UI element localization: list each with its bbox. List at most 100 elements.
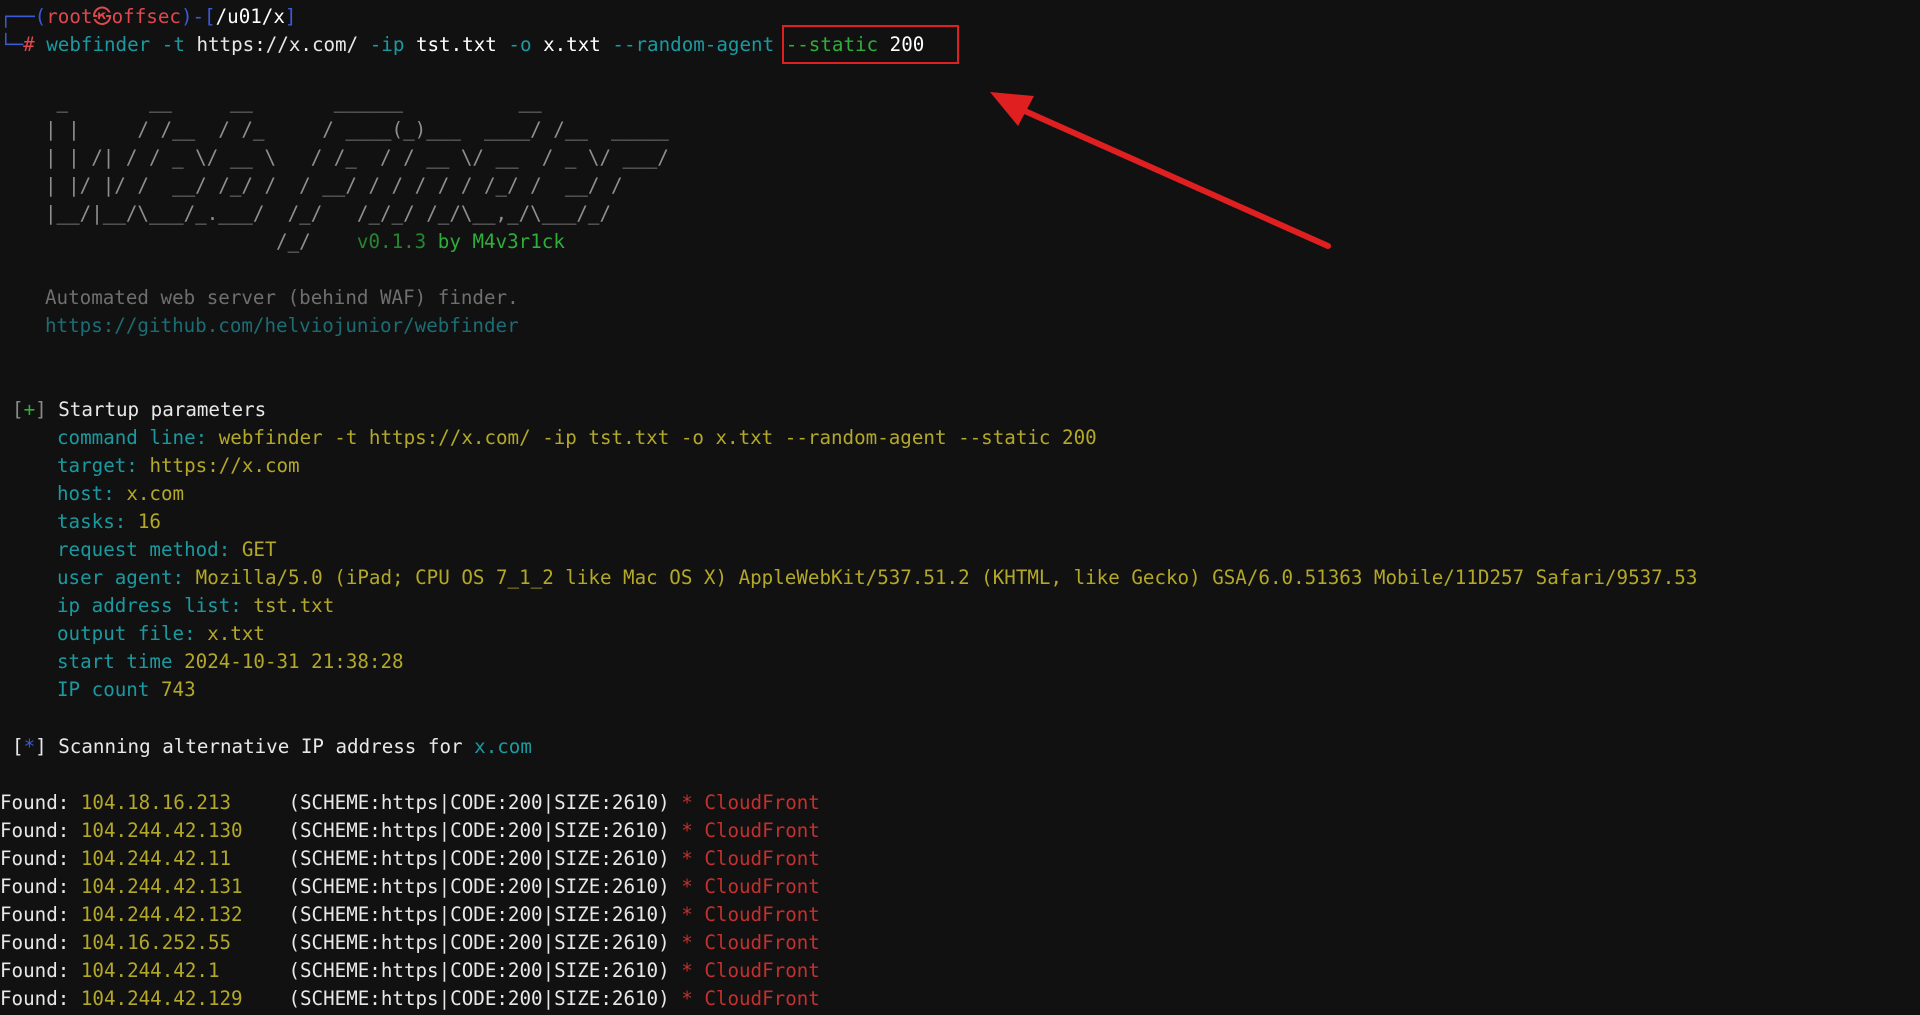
command-program: webfinder <box>46 33 151 56</box>
prompt-corner-top: ┌──( <box>0 5 47 28</box>
param-start-time: start time 2024-10-31 21:38:28 <box>57 648 404 676</box>
param-key: output file: <box>57 622 196 645</box>
result-provider: CloudFront <box>704 931 820 954</box>
param-output-file: output file: x.txt <box>57 620 265 648</box>
result-row: Found: 104.244.42.132 (SCHEME:https|CODE… <box>0 901 820 929</box>
command-out-file: x.txt <box>543 33 601 56</box>
param-value: 2024-10-31 21:38:28 <box>184 650 404 673</box>
param-key: IP count <box>57 678 150 701</box>
param-key: request method: <box>57 538 231 561</box>
banner-art-line-6: /_/ <box>45 230 311 253</box>
prompt-host: offsec <box>111 5 181 28</box>
annotation-arrow-head <box>990 92 1034 126</box>
result-ip: 104.18.16.213 <box>80 791 232 814</box>
startup-marker-close: ] <box>35 398 47 421</box>
scan-host: x.com <box>474 735 532 758</box>
param-value: GET <box>241 538 277 561</box>
banner-art-line-2: | | / /__ / /_ / ____(_)___ ____/ /__ __… <box>45 118 669 141</box>
result-star: * <box>681 791 693 814</box>
param-key: host: <box>57 482 115 505</box>
result-info: (SCHEME:https|CODE:200|SIZE:2610) <box>288 931 670 954</box>
scan-line: [*] Scanning alternative IP address for … <box>12 733 532 761</box>
result-star: * <box>681 959 693 982</box>
result-info: (SCHEME:https|CODE:200|SIZE:2610) <box>288 959 670 982</box>
annotation-arrow-shaft <box>1015 105 1331 249</box>
result-ip: 104.244.42.130 <box>80 819 243 842</box>
param-command-line: command line: webfinder -t https://x.com… <box>57 424 1097 452</box>
result-row: Found: 104.16.252.55 (SCHEME:https|CODE:… <box>0 929 820 957</box>
banner-repo-url[interactable]: https://github.com/helviojunior/webfinde… <box>45 312 519 340</box>
result-ip: 104.16.252.55 <box>80 931 232 954</box>
banner-art-line-3: | | /| / / _ \/ __ \ / /_ / / __ \/ __ /… <box>45 146 669 169</box>
result-label: Found: <box>0 987 70 1010</box>
result-info: (SCHEME:https|CODE:200|SIZE:2610) <box>288 987 670 1010</box>
param-value: x.com <box>126 482 185 505</box>
param-ip-count: IP count 743 <box>57 676 196 704</box>
param-key: user agent: <box>57 566 185 589</box>
result-row: Found: 104.18.16.213 (SCHEME:https|CODE:… <box>0 789 820 817</box>
result-row: Found: 104.244.42.130 (SCHEME:https|CODE… <box>0 817 820 845</box>
result-info: (SCHEME:https|CODE:200|SIZE:2610) <box>288 875 670 898</box>
param-value: webfinder -t https://x.com/ -ip tst.txt … <box>218 426 1097 449</box>
param-key: ip address list: <box>57 594 242 617</box>
result-ip: 104.244.42.132 <box>80 903 243 926</box>
startup-marker-plus: + <box>23 398 36 421</box>
prompt-corner-bottom: └─ <box>0 33 24 56</box>
result-label: Found: <box>0 847 70 870</box>
param-ip-list: ip address list: tst.txt <box>57 592 334 620</box>
result-provider: CloudFront <box>704 987 820 1010</box>
command-flag-o: -o <box>508 33 532 56</box>
result-star: * <box>681 903 693 926</box>
terminal-window[interactable]: ┌──(root㉿offsec)-[/u01/x] └─# webfinder … <box>0 0 1920 1015</box>
startup-title: Startup parameters <box>58 398 267 421</box>
param-value: https://x.com <box>149 454 300 477</box>
result-label: Found: <box>0 903 70 926</box>
result-info: (SCHEME:https|CODE:200|SIZE:2610) <box>288 819 670 842</box>
scan-marker-star: * <box>23 735 36 758</box>
banner-version: v0.1.3 <box>356 230 427 253</box>
param-user-agent: user agent: Mozilla/5.0 (iPad; CPU OS 7_… <box>57 564 1697 592</box>
result-label: Found: <box>0 819 70 842</box>
param-value: 743 <box>160 678 196 701</box>
prompt-hash: # <box>23 33 35 56</box>
result-provider: CloudFront <box>704 903 820 926</box>
command-flag-ip: -ip <box>369 33 405 56</box>
result-row: Found: 104.244.42.131 (SCHEME:https|CODE… <box>0 873 820 901</box>
param-value: x.txt <box>207 622 265 645</box>
param-value: tst.txt <box>253 594 335 617</box>
result-label: Found: <box>0 791 70 814</box>
result-ip: 104.244.42.11 <box>80 847 232 870</box>
result-label: Found: <box>0 959 70 982</box>
banner-by: by M4v3r1ck <box>437 230 565 253</box>
banner-art-line-1: _ __ __ ______ __ <box>45 90 542 113</box>
result-info: (SCHEME:https|CODE:200|SIZE:2610) <box>288 791 670 814</box>
result-label: Found: <box>0 875 70 898</box>
result-row: Found: 104.244.42.129 (SCHEME:https|CODE… <box>0 985 820 1013</box>
result-row: Found: 104.244.42.11 (SCHEME:https|CODE:… <box>0 845 820 873</box>
result-star: * <box>681 987 693 1010</box>
param-request-method: request method: GET <box>57 536 277 564</box>
param-value: Mozilla/5.0 (iPad; CPU OS 7_1_2 like Mac… <box>195 566 1698 589</box>
result-provider: CloudFront <box>704 847 820 870</box>
prompt-user: root <box>46 5 93 28</box>
param-key: tasks: <box>57 510 127 533</box>
result-provider: CloudFront <box>704 875 820 898</box>
param-value: 16 <box>137 510 161 533</box>
result-star: * <box>681 847 693 870</box>
result-ip: 104.244.42.1 <box>80 959 220 982</box>
prompt-close: ] <box>284 5 297 28</box>
result-star: * <box>681 875 693 898</box>
startup-header: [+] Startup parameters <box>12 396 266 424</box>
result-star: * <box>681 819 693 842</box>
result-row: Found: 104.244.42.1 (SCHEME:https|CODE:2… <box>0 957 820 985</box>
prompt-path: /u01/x <box>215 5 285 28</box>
param-key: start time <box>57 650 173 673</box>
scan-marker-open: [ <box>12 735 24 758</box>
annotation-highlight-box <box>782 25 959 64</box>
prompt-at-symbol: ㉿ <box>92 5 112 28</box>
command-target-url: https://x.com/ <box>196 33 359 56</box>
banner-version-line: /_/ v0.1.3 by M4v3r1ck <box>45 228 565 256</box>
command-ip-file: tst.txt <box>415 33 497 56</box>
param-target: target: https://x.com <box>57 452 300 480</box>
param-host: host: x.com <box>57 480 184 508</box>
